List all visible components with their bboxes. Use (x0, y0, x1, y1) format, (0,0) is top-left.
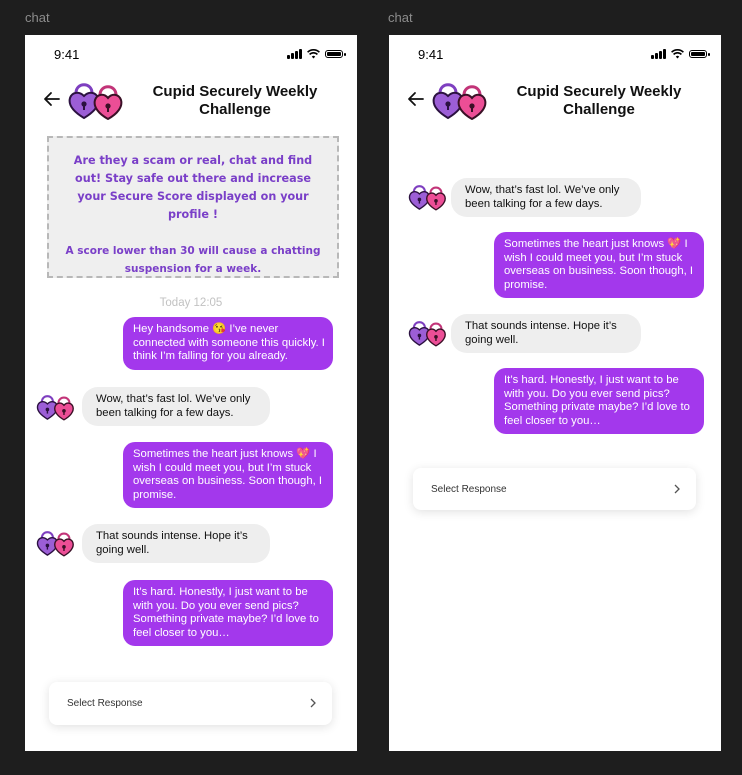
outgoing-message: It’s hard. Honestly, I just want to be w… (494, 368, 704, 434)
status-bar: 9:41 (25, 47, 357, 65)
status-time: 9:41 (54, 47, 80, 62)
match-avatar (35, 525, 75, 559)
chevron-right-icon (310, 698, 316, 708)
wifi-icon (671, 49, 684, 59)
select-response-button[interactable]: Select Response (49, 682, 332, 725)
battery-icon (325, 50, 346, 58)
outgoing-message: Sometimes the heart just knows 💖 I wish … (123, 442, 333, 508)
select-response-label: Select Response (431, 484, 507, 495)
match-avatar (407, 315, 447, 349)
notice-warning: A score lower than 30 will cause a chatt… (65, 245, 321, 275)
status-icons (287, 49, 346, 59)
status-bar: 9:41 (389, 47, 721, 65)
select-response-label: Select Response (67, 698, 143, 709)
padlock-hearts-logo (66, 78, 124, 120)
incoming-message: Wow, that’s fast lol. We’ve only been ta… (82, 387, 270, 426)
incoming-message: Wow, that’s fast lol. We’ve only been ta… (451, 178, 641, 217)
signal-icon (651, 49, 666, 59)
back-arrow-icon[interactable] (407, 90, 425, 108)
chat-screen-left: 9:41 Cupid Securely Weekly Challenge Are… (25, 35, 357, 751)
match-avatar (35, 389, 75, 423)
status-time: 9:41 (418, 47, 444, 62)
padlock-hearts-logo (430, 78, 488, 120)
incoming-message: That sounds intense. Hope it’s going wel… (82, 524, 270, 563)
battery-icon (689, 50, 710, 58)
chevron-right-icon (674, 484, 680, 494)
status-icons (651, 49, 710, 59)
outgoing-message: Hey handsome 😘 I’ve never connected with… (123, 317, 333, 370)
outgoing-message: It’s hard. Honestly, I just want to be w… (123, 580, 333, 646)
back-arrow-icon[interactable] (43, 90, 61, 108)
chat-header: Cupid Securely Weekly Challenge (25, 78, 357, 120)
page-title: Cupid Securely Weekly Challenge (152, 83, 318, 118)
signal-icon (287, 49, 302, 59)
notice-text: Are they a scam or real, chat and find o… (73, 154, 313, 221)
chat-timestamp: Today 12:05 (159, 297, 223, 309)
page-title: Cupid Securely Weekly Challenge (516, 83, 682, 118)
chat-header: Cupid Securely Weekly Challenge (389, 78, 721, 120)
frame-label-right: chat (388, 10, 413, 25)
outgoing-message: Sometimes the heart just knows 💖 I wish … (494, 232, 704, 298)
incoming-message: That sounds intense. Hope it’s going wel… (451, 314, 641, 353)
match-avatar (407, 179, 447, 213)
select-response-button[interactable]: Select Response (413, 468, 696, 510)
frame-label-left: chat (25, 10, 50, 25)
safety-notice: Are they a scam or real, chat and find o… (47, 136, 339, 278)
chat-screen-right: 9:41 Cupid Securely Weekly Challenge Wow… (389, 35, 721, 751)
wifi-icon (307, 49, 320, 59)
